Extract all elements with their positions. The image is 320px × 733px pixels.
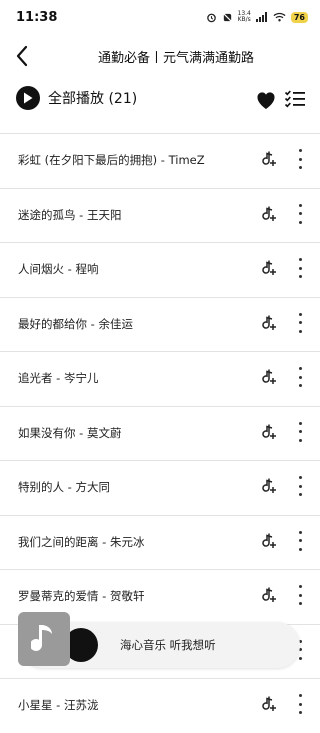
- more-vertical-icon[interactable]: [294, 203, 306, 224]
- play-icon: [16, 86, 40, 110]
- network-speed: 13.4 KB/s: [237, 10, 251, 23]
- status-bar: 11:38 13.4 KB/s 76: [0, 0, 320, 36]
- more-vertical-icon[interactable]: [294, 585, 306, 605]
- heart-icon[interactable]: [254, 88, 278, 112]
- more-vertical-icon[interactable]: [294, 694, 306, 714]
- add-to-playlist-icon[interactable]: [260, 314, 278, 332]
- add-to-playlist-icon[interactable]: [260, 150, 278, 168]
- chevron-left-icon: [16, 45, 28, 67]
- song-row[interactable]: 人间烟火 - 程响: [0, 242, 320, 297]
- song-title: 罗曼蒂克的爱情 - 贺敬轩: [18, 589, 145, 603]
- song-title: 追光者 - 岑宁儿: [18, 371, 99, 385]
- album-cover[interactable]: [18, 612, 70, 666]
- add-to-playlist-icon[interactable]: [260, 368, 278, 386]
- song-title: 特别的人 - 方大同: [18, 480, 110, 494]
- add-to-playlist-icon[interactable]: [260, 205, 278, 223]
- song-row[interactable]: 如果没有你 - 莫文蔚: [0, 405, 320, 461]
- header: 通勤必备丨元气满满通勤路: [0, 36, 320, 76]
- more-vertical-icon[interactable]: [294, 149, 306, 169]
- more-vertical-icon[interactable]: [294, 476, 306, 496]
- more-vertical-icon[interactable]: [294, 421, 306, 442]
- page-title: 通勤必备丨元气满满通勤路: [97, 51, 254, 66]
- song-title: 人间烟火 - 程响: [18, 262, 99, 276]
- song-title: 如果没有你 - 莫文蔚: [18, 425, 122, 440]
- add-to-playlist-icon[interactable]: [260, 423, 278, 441]
- battery-indicator: 76: [290, 11, 308, 23]
- playlist-toolbar: 全部播放 (21): [0, 82, 320, 118]
- song-row[interactable]: 最好的都给你 - 余佳运: [0, 296, 320, 352]
- back-button[interactable]: [10, 44, 34, 68]
- add-to-playlist-icon[interactable]: [260, 477, 278, 495]
- add-to-playlist-icon[interactable]: [260, 532, 278, 550]
- more-vertical-icon[interactable]: [294, 367, 306, 387]
- song-row[interactable]: 特别的人 - 方大同: [0, 460, 320, 515]
- play-all-button[interactable]: 全部播放 (21): [16, 86, 137, 110]
- status-icons: 13.4 KB/s 76: [206, 10, 308, 23]
- mute-icon: [221, 11, 233, 23]
- song-row[interactable]: 我们之间的距离 - 朱元冰: [0, 514, 320, 570]
- wifi-icon: [273, 12, 286, 22]
- song-row[interactable]: 彩虹 (在夕阳下最后的拥抱) - TimeZ: [0, 133, 320, 188]
- signal-icon: [255, 12, 267, 22]
- song-row[interactable]: 追光者 - 岑宁儿: [0, 351, 320, 406]
- checklist-icon[interactable]: [284, 88, 306, 110]
- play-all-label: 全部播放 (21): [48, 91, 138, 107]
- more-vertical-icon[interactable]: [294, 530, 306, 551]
- add-to-playlist-icon[interactable]: [260, 259, 278, 277]
- add-to-playlist-icon[interactable]: [260, 695, 278, 713]
- song-row[interactable]: 小星星 - 汪苏泷: [0, 678, 320, 733]
- more-vertical-icon[interactable]: [294, 312, 306, 333]
- more-vertical-icon[interactable]: [294, 258, 306, 278]
- song-title: 我们之间的距离 - 朱元冰: [18, 534, 145, 549]
- song-title: 迷途的孤鸟 - 王天阳: [18, 207, 122, 222]
- mini-player-text: 海心音乐 听我想听: [120, 638, 216, 652]
- alarm-icon: [206, 13, 216, 22]
- status-time: 11:38: [16, 10, 58, 25]
- song-title: 彩虹 (在夕阳下最后的拥抱) - TimeZ: [18, 153, 205, 167]
- music-note-icon: [31, 625, 52, 651]
- song-title: 最好的都给你 - 余佳运: [18, 316, 133, 331]
- song-row[interactable]: 迷途的孤鸟 - 王天阳: [0, 187, 320, 243]
- add-to-playlist-icon[interactable]: [260, 586, 278, 604]
